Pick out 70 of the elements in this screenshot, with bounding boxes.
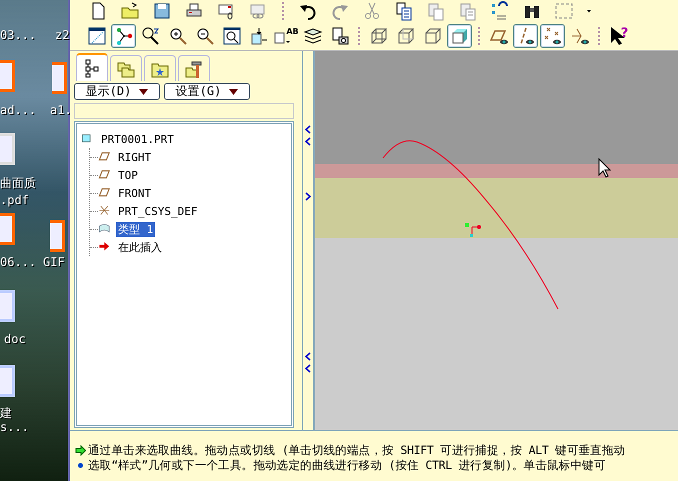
tree-item[interactable]: PRT0001.PRT: [81, 130, 176, 148]
cube-outline-icon: [422, 26, 442, 46]
tree-item[interactable]: FRONT: [98, 184, 154, 202]
cube-arrow-icon: [248, 26, 268, 46]
folder-icon: [120, 1, 140, 21]
copy-icon: [394, 1, 414, 21]
hidden-line-cube-icon: [396, 26, 416, 46]
paste-icon: [426, 1, 446, 21]
desktop-icon-label[interactable]: ad...: [0, 103, 36, 117]
tree-item-label: 类型 1: [116, 222, 156, 236]
dropdown-menu-button[interactable]: 显示(D): [74, 83, 160, 100]
status-message: 选取“样式”几何或下一个工具。拖动选定的曲线进行移动 (按住 CTRL 进行复制)。单击鼠标中键可: [88, 458, 606, 474]
csys-marker-icon: [465, 223, 481, 237]
refit-icon: [140, 26, 160, 46]
zoom-window-icon: [222, 26, 242, 46]
points-eye-icon: [542, 26, 562, 46]
desktop-icon-label[interactable]: z2: [55, 28, 70, 42]
scissors-icon: [362, 1, 382, 21]
chevron-icon[interactable]: [305, 192, 311, 201]
desktop-icon-label[interactable]: GIF: [43, 255, 65, 269]
desktop-icon-label[interactable]: doc: [4, 332, 26, 346]
toolbar-button[interactable]: [513, 24, 538, 48]
desktop-icon-label[interactable]: a1.: [50, 103, 72, 117]
tree-item[interactable]: PRT_CSYS_DEF: [98, 202, 200, 220]
csys-eye-icon: [570, 26, 590, 46]
toolbar-button[interactable]: AB: [273, 24, 298, 48]
toolbar-button[interactable]: ?: [606, 24, 631, 48]
desktop-icon-label[interactable]: .pdf: [0, 193, 29, 207]
dashed-box-icon: [554, 1, 574, 21]
tree-item-label: TOP: [117, 168, 139, 182]
regenerate-icon: [490, 1, 510, 21]
toolbar-button[interactable]: [447, 24, 472, 48]
file-icon[interactable]: [0, 213, 15, 245]
desktop-icon-label[interactable]: 03...: [0, 28, 36, 42]
layers-icon: [302, 26, 322, 46]
desktop-icon-label[interactable]: 06...: [0, 255, 36, 269]
desktop-icon-label[interactable]: 建: [0, 405, 12, 422]
shaded-cube-icon: [450, 26, 470, 46]
tree-item-label: 在此插入: [117, 240, 163, 254]
panel-tab[interactable]: [178, 55, 210, 81]
sketch-view-icon: [86, 26, 106, 46]
tree-item[interactable]: TOP: [98, 166, 140, 184]
panel-tab[interactable]: [76, 53, 108, 81]
desktop-icon-label[interactable]: s...: [0, 420, 29, 434]
file-icon[interactable]: [52, 62, 67, 94]
tree-item-label: PRT0001.PRT: [100, 132, 175, 146]
tree-item[interactable]: 类型 1: [98, 220, 156, 238]
mouse-cursor-icon: [598, 158, 612, 178]
hammer-folder-icon: [184, 58, 204, 78]
dropdown-menu-button[interactable]: 设置(G): [164, 83, 250, 100]
paste-icon: [458, 1, 478, 21]
toolbar-button[interactable]: [111, 24, 136, 48]
desktop-icon-label[interactable]: 曲面质: [0, 175, 36, 192]
tree-item[interactable]: 在此插入: [98, 238, 164, 256]
tree-item-label: PRT_CSYS_DEF: [117, 204, 198, 218]
toolbar-button[interactable]: [540, 24, 565, 48]
caret-icon: [139, 88, 148, 94]
file-icon[interactable]: [0, 60, 15, 92]
file-icon[interactable]: [50, 220, 65, 252]
arrow-icon: [75, 445, 86, 456]
wireframe-cube-icon: [368, 26, 388, 46]
tree-item-label: FRONT: [117, 186, 152, 200]
camera-sheet-icon: [330, 26, 350, 46]
status-message: 通过单击来选取曲线。拖动点或切线 (单击切线的端点，按 SHIFT 可进行捕捉，按 ALT 键可垂直拖动: [88, 443, 626, 458]
caret-icon: [229, 88, 238, 94]
tree-item-label: RIGHT: [117, 150, 152, 164]
tree-item[interactable]: RIGHT: [98, 148, 154, 166]
floppy-icon: [152, 1, 172, 21]
zoom-out-icon: [194, 26, 214, 46]
zoom-in-icon: [168, 26, 188, 46]
